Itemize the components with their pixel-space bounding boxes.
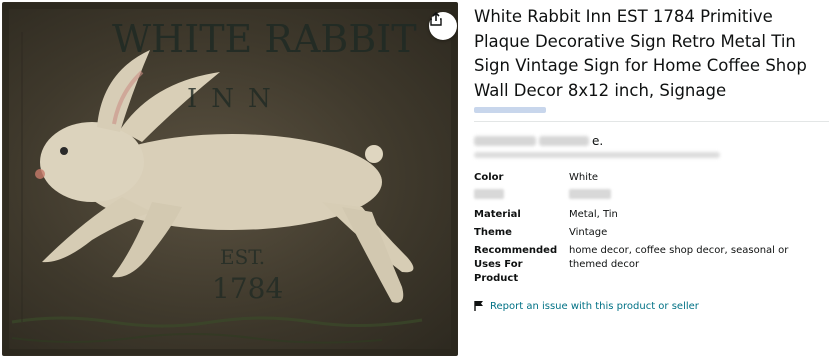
- sign-line-2: INN: [187, 84, 285, 114]
- image-gallery: WHITE RABBIT INN EST. 1784: [0, 0, 462, 360]
- spec-value: Vintage: [569, 227, 608, 238]
- spec-key: Material: [474, 209, 521, 220]
- redacted-block: [539, 136, 589, 146]
- spec-key: [474, 189, 569, 208]
- spec-key: Theme: [474, 227, 512, 238]
- sign-artwork: WHITE RABBIT INN EST. 1784: [3, 3, 457, 355]
- sign-line-1: WHITE RABBIT: [112, 17, 417, 61]
- share-icon: [430, 12, 442, 26]
- report-issue-label: Report an issue with this product or sel…: [490, 300, 699, 312]
- redacted-value: [569, 189, 611, 199]
- redacted-block: [474, 136, 536, 146]
- sign-line-3: EST.: [220, 245, 265, 269]
- spec-value: [569, 189, 824, 208]
- share-button[interactable]: [429, 12, 457, 40]
- report-issue-link[interactable]: Report an issue with this product or sel…: [474, 300, 824, 312]
- redacted-summary-line: [474, 152, 720, 158]
- spec-key: Color: [474, 172, 504, 183]
- spec-value: Metal, Tin: [569, 209, 618, 220]
- spec-value: home decor, coffee shop decor, seasonal …: [569, 245, 789, 270]
- spec-value: White: [569, 172, 599, 183]
- sign-line-4: 1784: [212, 272, 283, 305]
- divider: [474, 121, 829, 122]
- redacted-suffix: e.: [592, 134, 604, 148]
- spec-row: Color White: [474, 171, 824, 189]
- spec-row-redacted: [474, 189, 824, 208]
- store-link-redacted[interactable]: [474, 107, 546, 113]
- flag-icon: [474, 301, 483, 311]
- product-image[interactable]: WHITE RABBIT INN EST. 1784: [2, 2, 458, 356]
- spec-row: Recommended Uses For Product home decor,…: [474, 244, 824, 290]
- redacted-summary: e.: [474, 134, 824, 148]
- spec-row: Material Metal, Tin: [474, 208, 824, 226]
- redacted-key: [474, 189, 504, 199]
- product-details: White Rabbit Inn EST 1784 Primitive Plaq…: [474, 0, 829, 312]
- spec-key: Recommended Uses For Product: [474, 245, 558, 284]
- product-title: White Rabbit Inn EST 1784 Primitive Plaq…: [474, 7, 807, 100]
- spec-row: Theme Vintage: [474, 226, 824, 244]
- specs-table: Color White Material Metal, Tin Theme Vi…: [474, 171, 824, 290]
